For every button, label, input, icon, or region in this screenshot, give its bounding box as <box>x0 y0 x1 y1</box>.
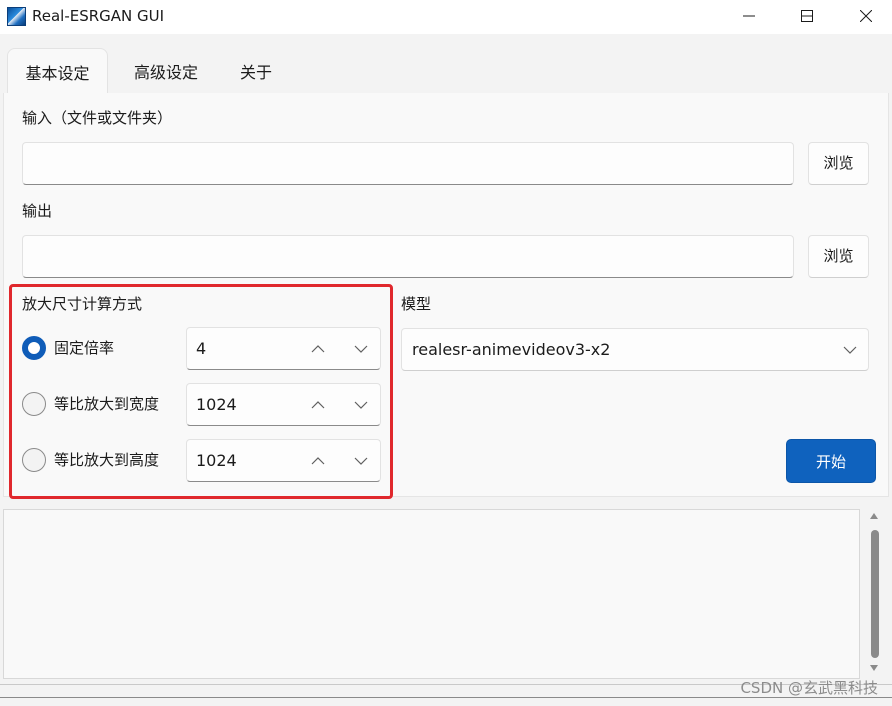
model-select[interactable]: realesr-animevideov3-x2 <box>401 328 869 371</box>
increment-button[interactable] <box>306 394 330 416</box>
watermark: CSDN @玄武黑科技 <box>740 679 878 697</box>
radio-scale-to-height[interactable] <box>22 448 46 472</box>
tab-advanced-settings[interactable]: 高级设定 <box>120 48 212 94</box>
output-browse-button[interactable]: 浏览 <box>808 235 869 278</box>
tab-label: 基本设定 <box>25 64 90 83</box>
scroll-thumb[interactable] <box>871 530 879 658</box>
radio-fixed-ratio[interactable] <box>22 336 46 360</box>
output-label: 输出 <box>22 202 53 220</box>
decrement-button[interactable] <box>349 338 373 360</box>
minimize-icon <box>743 15 755 17</box>
close-button[interactable] <box>841 0 891 32</box>
scale-mode-label: 放大尺寸计算方式 <box>22 295 143 313</box>
chevron-down-icon <box>354 457 368 465</box>
chevron-down-icon <box>843 346 857 354</box>
height-spinbox[interactable]: 1024 <box>186 439 381 482</box>
model-select-value: realesr-animevideov3-x2 <box>412 340 611 359</box>
radio-fixed-ratio-label[interactable]: 固定倍率 <box>54 338 114 358</box>
maximize-button[interactable] <box>782 0 832 32</box>
tab-basic-settings[interactable]: 基本设定 <box>7 48 108 94</box>
scroll-down-arrow[interactable] <box>868 664 880 674</box>
log-output[interactable] <box>3 509 860 679</box>
decrement-button[interactable] <box>349 450 373 472</box>
increment-button[interactable] <box>306 450 330 472</box>
scroll-up-arrow[interactable] <box>868 512 880 522</box>
increment-button[interactable] <box>306 338 330 360</box>
chevron-down-icon <box>354 401 368 409</box>
spinbox-value: 1024 <box>196 395 237 414</box>
chevron-down-icon <box>354 345 368 353</box>
output-path-field[interactable] <box>22 235 794 278</box>
window-title: Real-ESRGAN GUI <box>32 7 165 25</box>
triangle-down-icon <box>870 665 878 671</box>
spinbox-value: 1024 <box>196 451 237 470</box>
tab-about[interactable]: 关于 <box>226 48 286 94</box>
input-browse-button[interactable]: 浏览 <box>808 142 869 185</box>
width-spinbox[interactable]: 1024 <box>186 383 381 426</box>
input-label: 输入（文件或文件夹） <box>22 109 173 127</box>
app-icon <box>7 7 26 26</box>
model-label: 模型 <box>401 295 432 313</box>
input-path-field[interactable] <box>22 142 794 185</box>
maximize-icon <box>801 10 813 22</box>
start-button[interactable]: 开始 <box>786 439 876 483</box>
dropdown-arrow[interactable] <box>838 339 862 361</box>
minimize-button[interactable] <box>724 0 774 32</box>
chevron-up-icon <box>311 457 325 465</box>
tab-label: 关于 <box>239 63 272 82</box>
radio-scale-to-height-label[interactable]: 等比放大到高度 <box>54 450 159 470</box>
fixed-ratio-spinbox[interactable]: 4 <box>186 327 381 370</box>
radio-scale-to-width[interactable] <box>22 392 46 416</box>
close-icon <box>860 10 872 22</box>
triangle-up-icon <box>870 513 878 519</box>
radio-scale-to-width-label[interactable]: 等比放大到宽度 <box>54 394 159 414</box>
decrement-button[interactable] <box>349 394 373 416</box>
tab-label: 高级设定 <box>133 63 198 82</box>
spinbox-value: 4 <box>196 339 207 358</box>
chevron-up-icon <box>311 401 325 409</box>
chevron-up-icon <box>311 345 325 353</box>
